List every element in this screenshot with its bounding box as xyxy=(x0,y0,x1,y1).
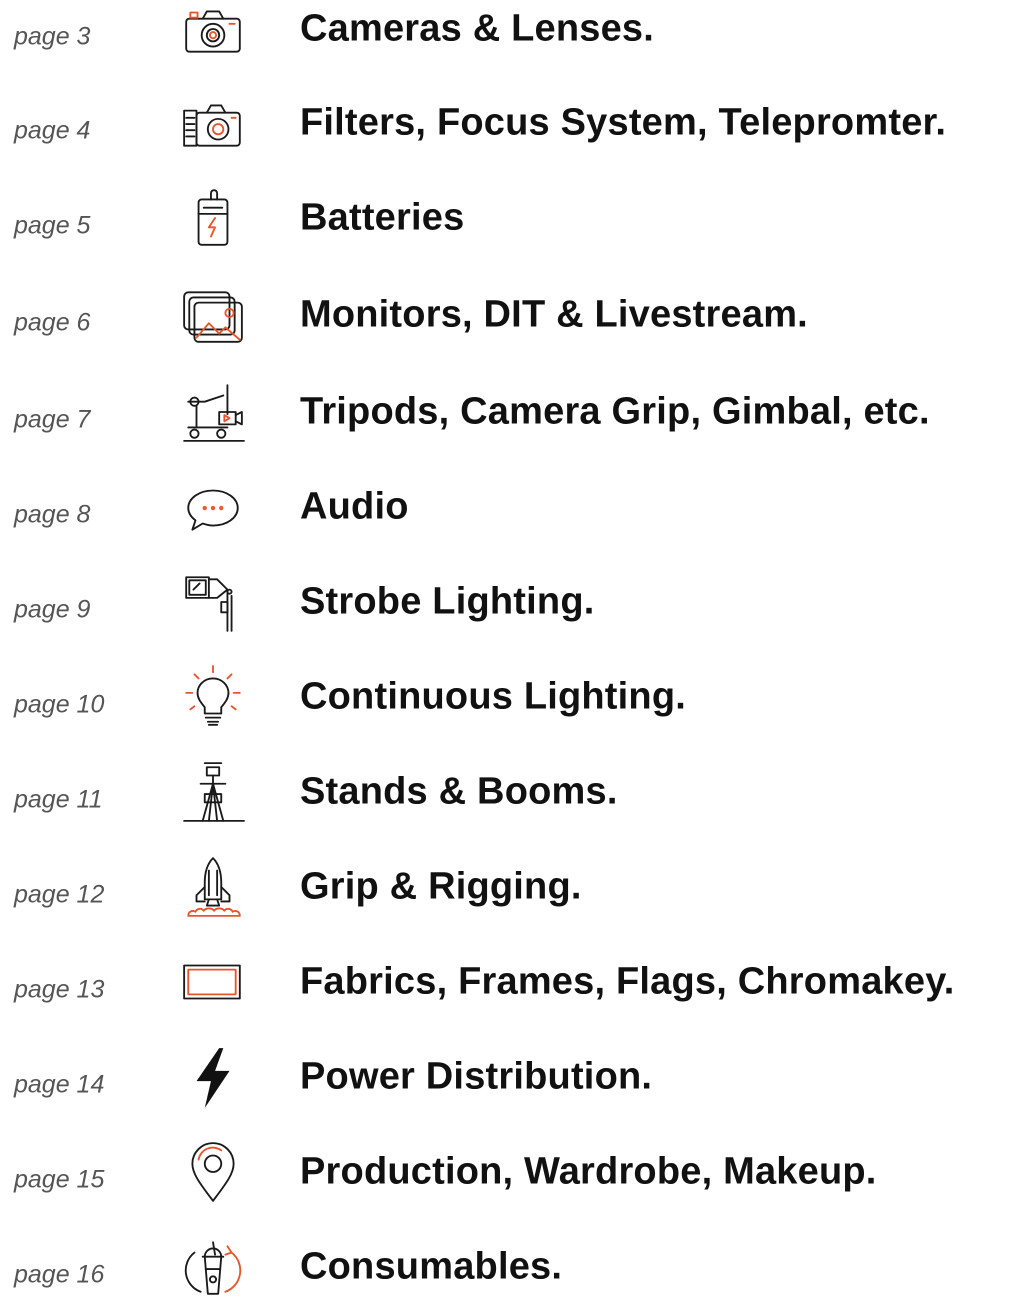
toc-row-batteries[interactable]: page 5 Batteries xyxy=(0,178,1021,258)
toc-row-cameras-lenses[interactable]: page 3 Cameras & Lenses. xyxy=(0,0,1021,69)
location-pin-icon xyxy=(180,1139,246,1205)
light-stand-icon xyxy=(180,759,246,825)
toc-row-grip[interactable]: page 12 Grip & Rigging. xyxy=(0,847,1021,927)
toc-row-consumables[interactable]: page 16 Consumables. xyxy=(0,1227,1021,1307)
rocket-icon xyxy=(180,854,246,920)
section-title: Stands & Booms. xyxy=(300,770,618,813)
page-number: page 13 xyxy=(14,975,105,1004)
section-title: Strobe Lighting. xyxy=(300,580,595,623)
section-title: Batteries xyxy=(300,196,465,239)
section-title: Production, Wardrobe, Makeup. xyxy=(300,1150,877,1193)
section-title: Cameras & Lenses. xyxy=(300,7,655,50)
speech-bubble-icon xyxy=(180,474,246,540)
lightning-bolt-icon xyxy=(180,1044,246,1110)
toc-row-filters[interactable]: page 4 Filters, Focus System, Telepromte… xyxy=(0,83,1021,163)
page-number: page 5 xyxy=(14,211,91,240)
toc-row-strobe[interactable]: page 9 Strobe Lighting. xyxy=(0,562,1021,642)
toc-row-monitors[interactable]: page 6 Monitors, DIT & Livestream. xyxy=(0,275,1021,355)
toc-row-fabrics[interactable]: page 13 Fabrics, Frames, Flags, Chromake… xyxy=(0,942,1021,1022)
toc-row-audio[interactable]: page 8 Audio xyxy=(0,467,1021,547)
takeaway-cup-icon xyxy=(180,1234,246,1300)
toc-row-stands[interactable]: page 11 Stands & Booms. xyxy=(0,752,1021,832)
page-number: page 12 xyxy=(14,880,105,909)
page-number: page 3 xyxy=(14,22,91,51)
toc-row-production[interactable]: page 15 Production, Wardrobe, Makeup. xyxy=(0,1132,1021,1212)
section-title: Filters, Focus System, Telepromter. xyxy=(300,101,947,144)
page-number: page 6 xyxy=(14,308,91,337)
camera-crane-icon xyxy=(180,379,246,445)
page-number: page 7 xyxy=(14,405,91,434)
section-title: Audio xyxy=(300,485,409,528)
page-number: page 8 xyxy=(14,500,91,529)
section-title: Consumables. xyxy=(300,1245,563,1288)
toc-row-power[interactable]: page 14 Power Distribution. xyxy=(0,1037,1021,1117)
page-number: page 10 xyxy=(14,690,105,719)
toc-row-continuous[interactable]: page 10 Continuous Lighting. xyxy=(0,657,1021,737)
section-title: Power Distribution. xyxy=(300,1055,653,1098)
section-title: Fabrics, Frames, Flags, Chromakey. xyxy=(300,960,955,1003)
toc-row-tripods[interactable]: page 7 Tripods, Camera Grip, Gimbal, etc… xyxy=(0,372,1021,452)
camera-filter-icon xyxy=(180,90,246,156)
frame-icon xyxy=(180,949,246,1015)
section-title: Continuous Lighting. xyxy=(300,675,687,718)
section-title: Tripods, Camera Grip, Gimbal, etc. xyxy=(300,390,930,433)
monitor-gallery-icon xyxy=(180,282,246,348)
page-number: page 16 xyxy=(14,1260,105,1289)
battery-icon xyxy=(180,185,246,251)
page-number: page 4 xyxy=(14,116,91,145)
page-number: page 14 xyxy=(14,1070,105,1099)
section-title: Monitors, DIT & Livestream. xyxy=(300,293,808,336)
section-title: Grip & Rigging. xyxy=(300,865,582,908)
strobe-light-icon xyxy=(180,569,246,635)
page-number: page 15 xyxy=(14,1165,105,1194)
page-number: page 11 xyxy=(14,785,103,814)
camera-icon xyxy=(180,0,246,62)
page-number: page 9 xyxy=(14,595,91,624)
light-bulb-icon xyxy=(180,664,246,730)
